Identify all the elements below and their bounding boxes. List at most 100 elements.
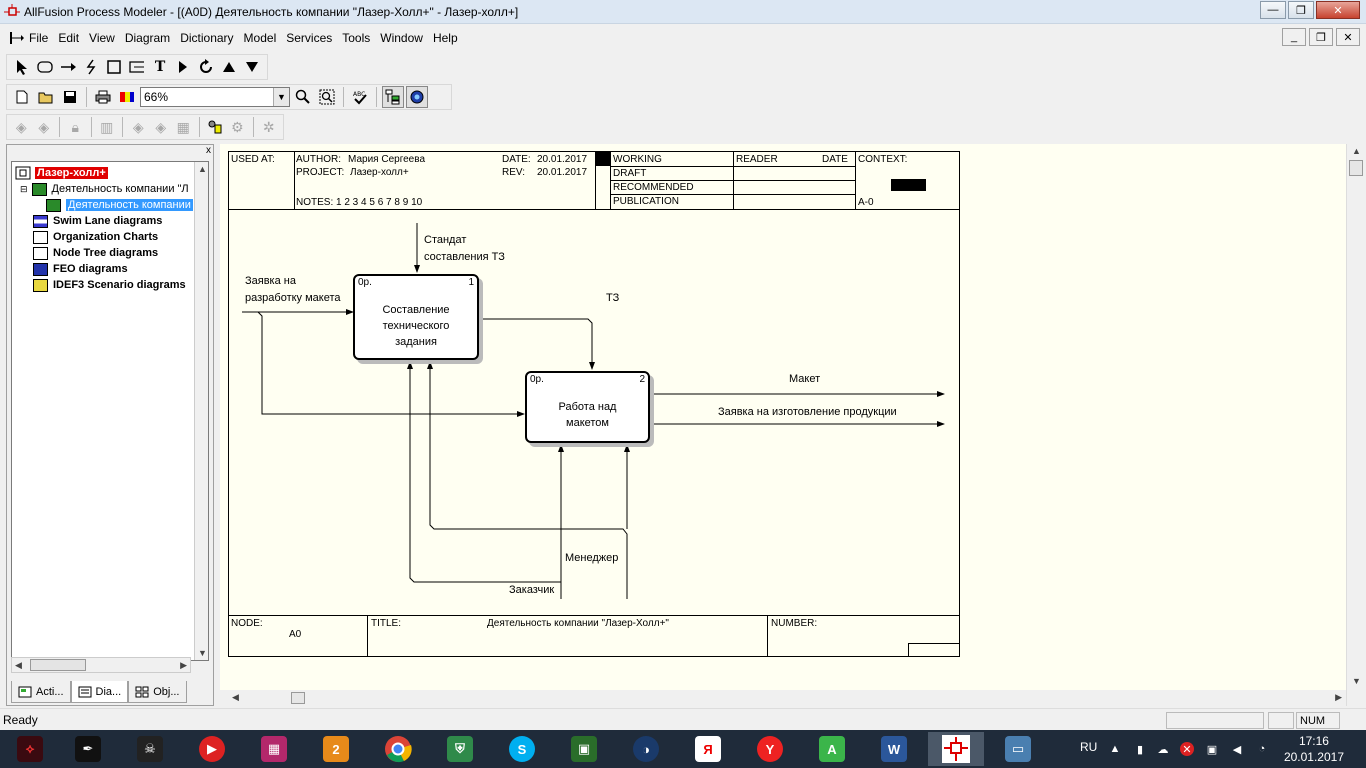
menu-dictionary[interactable]: Dictionary (175, 31, 238, 45)
scroll-right-icon[interactable]: ▶ (1335, 692, 1342, 703)
scroll-thumb[interactable] (1349, 160, 1363, 176)
text-tool-icon[interactable]: T (150, 56, 171, 78)
arrow-label-manager[interactable]: Менеджер (565, 550, 618, 566)
mart-merge-icon[interactable]: ◈ (150, 116, 171, 138)
tab-activities[interactable]: Acti... (11, 681, 71, 703)
tree-horizontal-scrollbar[interactable]: ◀ ▶ (11, 657, 191, 673)
collapse-icon[interactable]: ⊟ (20, 184, 28, 195)
scroll-thumb[interactable] (30, 659, 86, 671)
go-down-icon[interactable] (242, 56, 263, 78)
tab-objects[interactable]: Obj... (128, 681, 187, 703)
doc-menu-icon[interactable] (8, 30, 24, 46)
menu-edit[interactable]: Edit (53, 31, 84, 45)
taskbar-video-icon[interactable]: ▶ (184, 732, 240, 766)
scroll-left-icon[interactable]: ◀ (232, 692, 239, 703)
mart-open-icon[interactable]: ▥ (96, 116, 117, 138)
mart-users-icon[interactable] (204, 116, 225, 138)
tz-arrow[interactable] (482, 318, 595, 370)
taskbar-rog-icon[interactable]: ⟡ (2, 732, 58, 766)
canvas-vertical-scrollbar[interactable]: ▲ ▼ (1346, 144, 1364, 706)
taskbar-photo-icon[interactable]: ▦ (246, 732, 302, 766)
mart-connect-icon[interactable]: ◈ (11, 116, 32, 138)
canvas-horizontal-scrollbar[interactable]: ◀ ▶ (220, 690, 1346, 706)
menu-diagram[interactable]: Diagram (120, 31, 175, 45)
menu-view[interactable]: View (84, 31, 120, 45)
spell-check-icon[interactable]: ABC (349, 86, 371, 108)
mart-disconnect-icon[interactable]: ◈ (34, 116, 55, 138)
language-indicator[interactable]: RU (1080, 740, 1097, 754)
network-icon[interactable]: ◔ (1255, 742, 1269, 756)
lane-tool-icon[interactable] (126, 56, 147, 78)
arrow-label-request[interactable]: Заявка на изготовление продукции (718, 404, 897, 420)
taskbar-yandex-browser-icon[interactable]: Y (742, 732, 798, 766)
scroll-up-icon[interactable]: ▲ (198, 164, 207, 174)
volume-icon[interactable]: ◀ (1230, 742, 1244, 756)
rectangle-tool-icon[interactable] (103, 56, 124, 78)
taskbar-skype-icon[interactable]: S (494, 732, 550, 766)
taskbar-pirate-icon[interactable]: ☠ (122, 732, 178, 766)
cloud-icon[interactable]: ☁ (1156, 742, 1170, 756)
tree-item-node-tree[interactable]: Node Tree diagrams (33, 245, 158, 261)
taskbar-plus2-icon[interactable]: 2 (308, 732, 364, 766)
show-hidden-icons[interactable]: ▲ (1108, 742, 1122, 756)
menu-services[interactable]: Services (281, 31, 337, 45)
arrow-label-customer[interactable]: Заказчик (509, 582, 554, 598)
zoom-select[interactable]: 66% ▼ (140, 87, 290, 107)
activity-box-tool-icon[interactable] (34, 56, 55, 78)
scroll-right-icon[interactable]: ▶ (180, 660, 187, 671)
clock[interactable]: 17:16 20.01.2017 (1284, 733, 1344, 765)
go-to-child-icon[interactable] (173, 56, 194, 78)
taskbar-a-app-icon[interactable]: A (804, 732, 860, 766)
arrow-label-input[interactable]: разработку макета (245, 290, 341, 306)
refresh-icon[interactable] (196, 56, 217, 78)
pointer-tool-icon[interactable] (11, 56, 32, 78)
scroll-thumb[interactable] (291, 692, 305, 704)
tree-item-decomposition[interactable]: Деятельность компании (46, 197, 193, 213)
taskbar-chrome-icon[interactable] (370, 732, 426, 766)
doc-close-button[interactable]: ✕ (1336, 28, 1360, 46)
new-file-icon[interactable] (11, 86, 33, 108)
menu-tools[interactable]: Tools (337, 31, 375, 45)
navigator-icon[interactable] (406, 86, 428, 108)
taskbar-yandex-icon[interactable]: Я (680, 732, 736, 766)
menu-window[interactable]: Window (375, 31, 428, 45)
arrow-label-maket[interactable]: Макет (789, 371, 820, 387)
doc-minimize-button[interactable]: _ (1282, 28, 1306, 46)
scroll-left-icon[interactable]: ◀ (15, 660, 22, 671)
model-explorer-icon[interactable] (382, 86, 404, 108)
explorer-close-button[interactable]: x (206, 145, 211, 156)
taskbar-picture-icon[interactable]: ▭ (990, 732, 1046, 766)
scroll-down-icon[interactable]: ▼ (1352, 676, 1361, 686)
diagram-canvas[interactable]: USED AT: AUTHOR: Мария Сергеева PROJECT:… (220, 144, 1346, 690)
zoom-fit-icon[interactable] (316, 86, 338, 108)
arrow-label-control[interactable]: Стандат (424, 232, 466, 248)
tree-vertical-scrollbar[interactable]: ▲ ▼ (194, 162, 208, 660)
tree-item-org-charts[interactable]: Organization Charts (33, 229, 158, 245)
print-icon[interactable] (92, 86, 114, 108)
taskbar-word-icon[interactable]: W (866, 732, 922, 766)
menu-help[interactable]: Help (428, 31, 463, 45)
menu-model[interactable]: Model (239, 31, 282, 45)
open-folder-icon[interactable] (35, 86, 57, 108)
mart-save-icon[interactable]: ◈ (128, 116, 149, 138)
taskbar-shield-icon[interactable]: ⛨ (432, 732, 488, 766)
taskbar-feather-icon[interactable]: ✒ (60, 732, 116, 766)
squiggle-tool-icon[interactable] (80, 56, 101, 78)
minimize-button[interactable]: — (1260, 1, 1286, 19)
close-button[interactable]: ✕ (1316, 1, 1360, 19)
process-box-2[interactable]: 0р. 2 Работа над макетом (525, 371, 650, 443)
scroll-up-icon[interactable]: ▲ (1352, 146, 1361, 156)
device-icon[interactable]: ▮ (1133, 742, 1147, 756)
zoom-icon[interactable] (292, 86, 314, 108)
scroll-down-icon[interactable]: ▼ (198, 648, 207, 658)
save-icon[interactable] (59, 86, 81, 108)
arrow-tool-icon[interactable] (57, 56, 78, 78)
tree-item-idef3[interactable]: IDEF3 Scenario diagrams (33, 277, 186, 293)
color-palette-icon[interactable] (116, 86, 138, 108)
tree-root[interactable]: Лазер-холл+ (15, 165, 108, 181)
arrow-label-control[interactable]: составления ТЗ (424, 249, 505, 265)
doc-restore-button[interactable]: ❐ (1309, 28, 1333, 46)
tree-item-feo[interactable]: FEO diagrams (33, 261, 128, 277)
error-icon[interactable]: ✕ (1180, 742, 1194, 756)
mart-report-icon[interactable]: ✲ (258, 116, 279, 138)
